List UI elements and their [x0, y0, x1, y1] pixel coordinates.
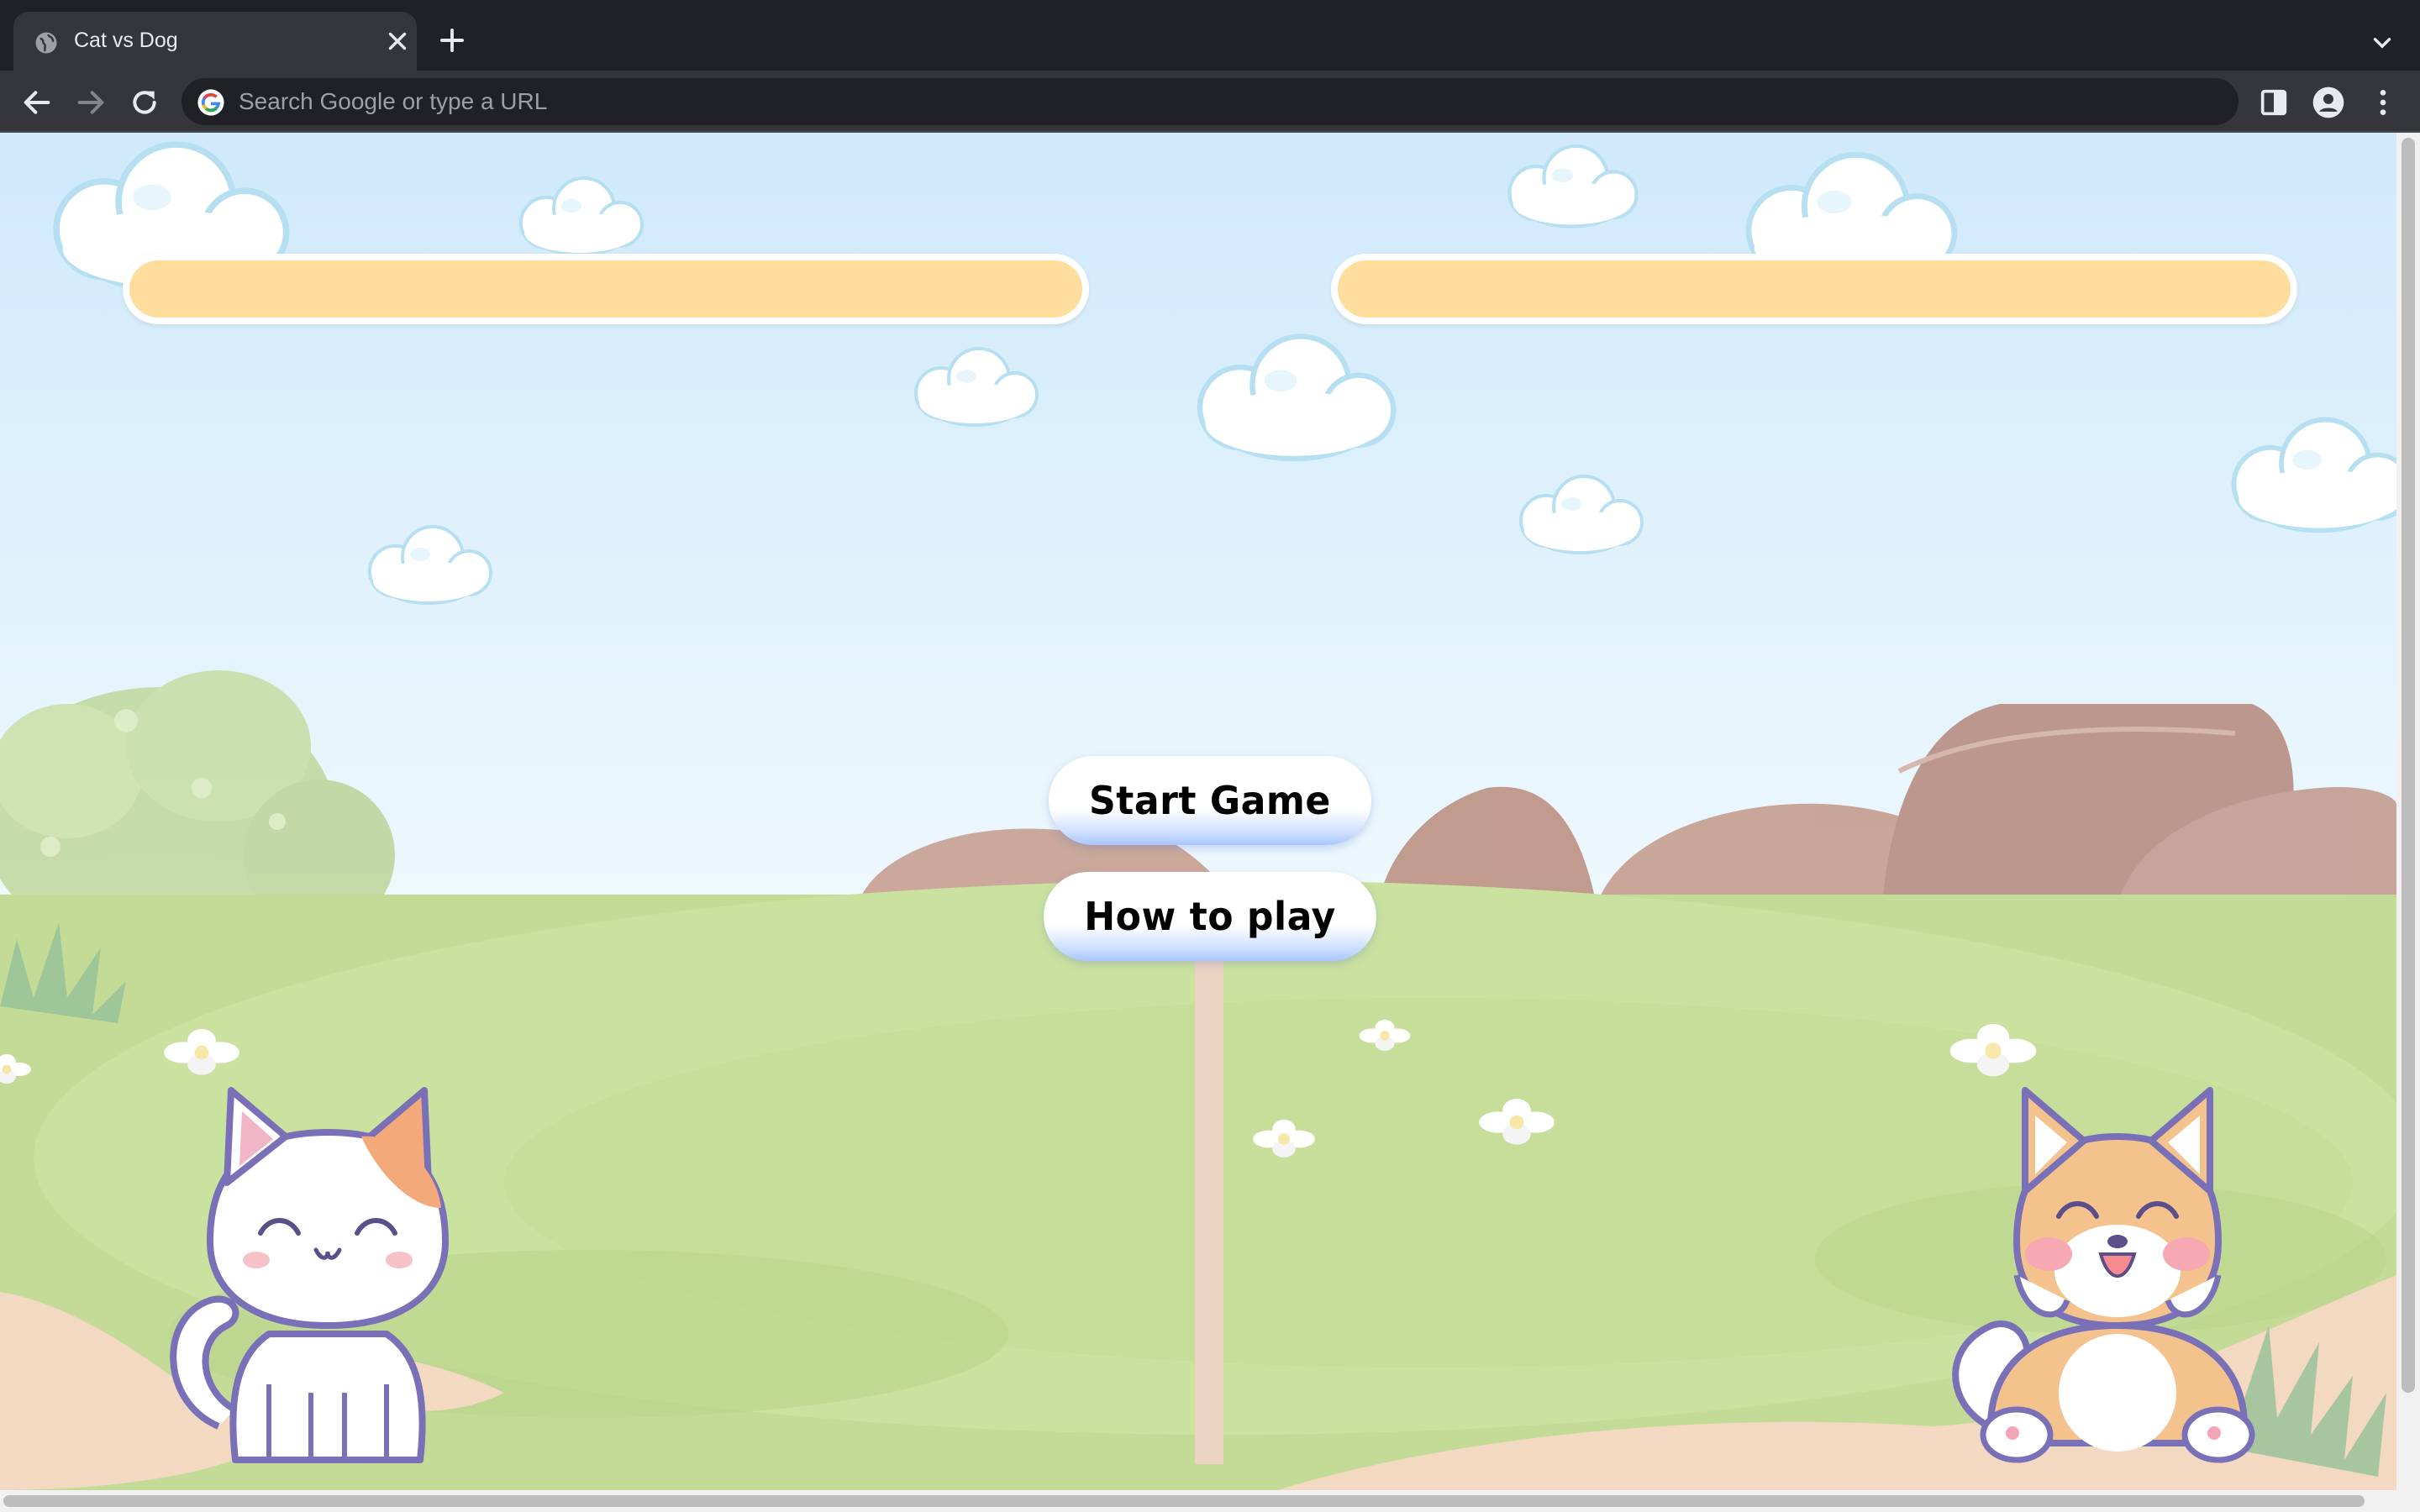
start-game-label: Start Game: [1089, 778, 1331, 823]
cat-health-bar: [123, 254, 1089, 324]
globe-icon: [35, 32, 57, 54]
horizontal-scrollbar[interactable]: [0, 1490, 2420, 1512]
chevron-down-icon[interactable]: [2368, 29, 2396, 57]
more-options-icon[interactable]: [2366, 86, 2400, 119]
close-tab-icon[interactable]: [383, 27, 412, 55]
tab-strip: Cat vs Dog: [0, 0, 2420, 71]
dog-health-bar: [1331, 254, 2297, 324]
start-game-button[interactable]: Start Game: [1049, 756, 1371, 845]
forward-arrow-icon[interactable]: [74, 86, 108, 119]
back-arrow-icon[interactable]: [20, 86, 54, 119]
vertical-scroll-thumb[interactable]: [2402, 138, 2415, 1393]
how-to-play-button[interactable]: How to play: [1044, 872, 1376, 961]
google-icon: [197, 89, 224, 116]
how-to-play-label: How to play: [1084, 894, 1336, 939]
reload-icon[interactable]: [128, 86, 161, 119]
cat-health-fill: [129, 260, 1082, 318]
address-bar[interactable]: [182, 78, 2238, 125]
horizontal-scroll-thumb[interactable]: [3, 1495, 2365, 1507]
omnibox-input[interactable]: [237, 78, 2170, 125]
side-panel-icon[interactable]: [2257, 86, 2291, 119]
tab-title: Cat vs Dog: [74, 29, 178, 52]
vertical-scrollbar[interactable]: [2396, 133, 2420, 1490]
new-tab-icon[interactable]: [437, 25, 467, 55]
page-viewport: Start Game How to play: [0, 133, 2396, 1490]
sign-pole: [1195, 960, 1223, 1464]
profile-avatar-icon[interactable]: [2312, 86, 2345, 119]
browser-tab[interactable]: Cat vs Dog: [13, 12, 417, 71]
dog-health-fill: [1338, 260, 2291, 318]
